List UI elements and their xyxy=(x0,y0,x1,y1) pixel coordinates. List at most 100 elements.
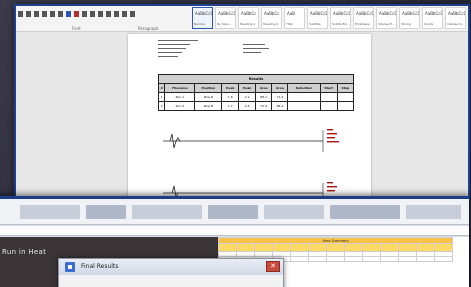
underline-icon[interactable] xyxy=(34,11,39,17)
ribbon-group[interactable] xyxy=(406,205,461,219)
table-header-cell: Filename xyxy=(164,83,196,93)
style-gallery-item[interactable]: AaB Title xyxy=(284,7,305,29)
style-gallery-item[interactable]: AaBbCcDd Strong xyxy=(399,7,420,29)
dialog-title: Final Results xyxy=(81,263,119,270)
cell[interactable] xyxy=(290,243,309,252)
style-sample-text: AaBbCcDd xyxy=(356,11,373,16)
table-cell xyxy=(336,92,355,102)
doc-text-line xyxy=(158,48,186,49)
document-page[interactable]: Results # Filename Position Peak Peak Area Are… xyxy=(128,34,371,198)
justify-icon[interactable] xyxy=(106,11,111,17)
cell[interactable] xyxy=(308,243,327,252)
subscript-icon[interactable] xyxy=(50,11,55,17)
align-center-icon[interactable] xyxy=(90,11,95,17)
table-cell: Row B xyxy=(194,92,223,102)
table-cell: Run 2 xyxy=(164,101,196,111)
table-header-cell: Peak xyxy=(238,83,257,93)
cell[interactable] xyxy=(362,256,381,262)
style-name-label: Title xyxy=(286,22,293,26)
table-cell: 75.9 xyxy=(255,101,273,111)
style-gallery-item[interactable]: AaBbCcDd Normal xyxy=(192,7,213,29)
font-color-icon[interactable] xyxy=(74,11,79,17)
table-header-cell: Peak xyxy=(221,83,240,93)
style-name-label: Intense Q... xyxy=(447,22,465,26)
cell[interactable] xyxy=(218,243,237,252)
cell[interactable] xyxy=(380,256,399,262)
formula-bar[interactable] xyxy=(0,226,469,236)
align-left-icon[interactable] xyxy=(82,11,87,17)
style-name-label: Emphasis xyxy=(355,22,370,26)
cell[interactable] xyxy=(344,256,363,262)
cell[interactable] xyxy=(344,243,363,252)
styles-gallery: AaBbCcDd Normal AaBbCcDd No Spac... AaBbCc He… xyxy=(192,7,468,30)
cell[interactable] xyxy=(362,243,381,252)
table-header-cell: Start xyxy=(319,83,338,93)
style-gallery-item[interactable]: AaBbCcDd Subtitle xyxy=(307,7,328,29)
doc-text-line xyxy=(243,44,265,45)
superscript-icon[interactable] xyxy=(58,11,63,17)
chromatogram-trace-1 xyxy=(163,129,339,152)
cell[interactable] xyxy=(434,256,453,262)
cell[interactable] xyxy=(398,243,417,252)
results-table-body: 1 Run 1 Row B 1.8 2.1 88.1 71.4 2 Run 2 Row B 1.7 0… xyxy=(157,92,355,111)
cell[interactable] xyxy=(380,243,399,252)
close-button[interactable]: ✕ xyxy=(266,261,280,272)
table-cell xyxy=(336,101,355,111)
results-table: Results # Filename Position Peak Peak Area Are… xyxy=(157,74,355,111)
line-spacing-icon[interactable] xyxy=(114,11,119,17)
cell[interactable] xyxy=(272,243,291,252)
cell[interactable] xyxy=(416,243,435,252)
style-gallery-item[interactable]: AaBbCcDd Emphasis xyxy=(353,7,374,29)
style-gallery-item[interactable]: AaBbCcDd Subtle Em... xyxy=(330,7,351,29)
style-name-label: Subtitle xyxy=(309,22,321,26)
cell[interactable] xyxy=(254,243,273,252)
ribbon-group[interactable] xyxy=(20,205,80,219)
font-group-label: Font xyxy=(72,26,81,31)
highlight-icon[interactable] xyxy=(66,11,71,17)
cell[interactable] xyxy=(326,243,345,252)
style-gallery-item[interactable]: AaBbCc Heading 1 xyxy=(238,7,259,29)
ribbon-group[interactable] xyxy=(86,205,126,219)
table-cell: 1.8 xyxy=(221,92,240,102)
align-right-icon[interactable] xyxy=(98,11,103,17)
results-table-header: # Filename Position Peak Peak Area Area Retenti… xyxy=(157,83,355,93)
cell[interactable] xyxy=(308,256,327,262)
table-cell: 2.1 xyxy=(238,92,257,102)
style-gallery-item[interactable]: AaBbCc Heading 2 xyxy=(261,7,282,29)
bold-icon[interactable] xyxy=(18,11,23,17)
table-cell xyxy=(287,92,321,102)
cell[interactable] xyxy=(398,256,417,262)
style-name-label: Heading 1 xyxy=(240,22,256,26)
table-cell: Row B xyxy=(194,101,223,111)
paragraph-group-label: Paragraph xyxy=(138,26,159,31)
word-ribbon: Font Paragraph AaBbCcDd Normal AaBbCcDd No … xyxy=(16,6,468,32)
sheet-header-row xyxy=(218,243,453,252)
shading-icon[interactable] xyxy=(122,11,127,17)
style-name-label: No Spac... xyxy=(217,22,233,26)
ribbon-group[interactable] xyxy=(208,205,258,219)
dialog-titlebar[interactable]: Final Results ✕ xyxy=(59,259,283,275)
cell[interactable] xyxy=(290,256,309,262)
cell[interactable] xyxy=(236,243,255,252)
cell[interactable] xyxy=(326,256,345,262)
style-name-label: Quote xyxy=(424,22,434,26)
ribbon-group[interactable] xyxy=(330,205,400,219)
style-gallery-item[interactable]: AaBbCcDd Intense E... xyxy=(376,7,397,29)
cell[interactable] xyxy=(434,243,453,252)
cell[interactable] xyxy=(416,256,435,262)
style-sample-text: AaBbCc xyxy=(241,11,257,16)
strikethrough-icon[interactable] xyxy=(42,11,47,17)
table-header-cell: Retention xyxy=(287,83,321,93)
ribbon-group[interactable] xyxy=(132,205,202,219)
italic-icon[interactable] xyxy=(26,11,31,17)
borders-icon[interactable] xyxy=(130,11,135,17)
ribbon-group[interactable] xyxy=(264,205,324,219)
final-results-dialog[interactable]: Final Results ✕ xyxy=(58,258,284,287)
style-sample-text: AaBbCcDd xyxy=(379,11,396,16)
style-gallery-item[interactable]: AaBbCcDd Intense Q... xyxy=(445,7,466,29)
style-gallery-item[interactable]: AaBbCcDd No Spac... xyxy=(215,7,236,29)
spreadsheet-ribbon xyxy=(0,199,469,225)
style-gallery-item[interactable]: AaBbCcDd Quote xyxy=(422,7,443,29)
application-icon xyxy=(65,262,75,272)
style-sample-text: AaBbCcDd xyxy=(402,11,419,16)
